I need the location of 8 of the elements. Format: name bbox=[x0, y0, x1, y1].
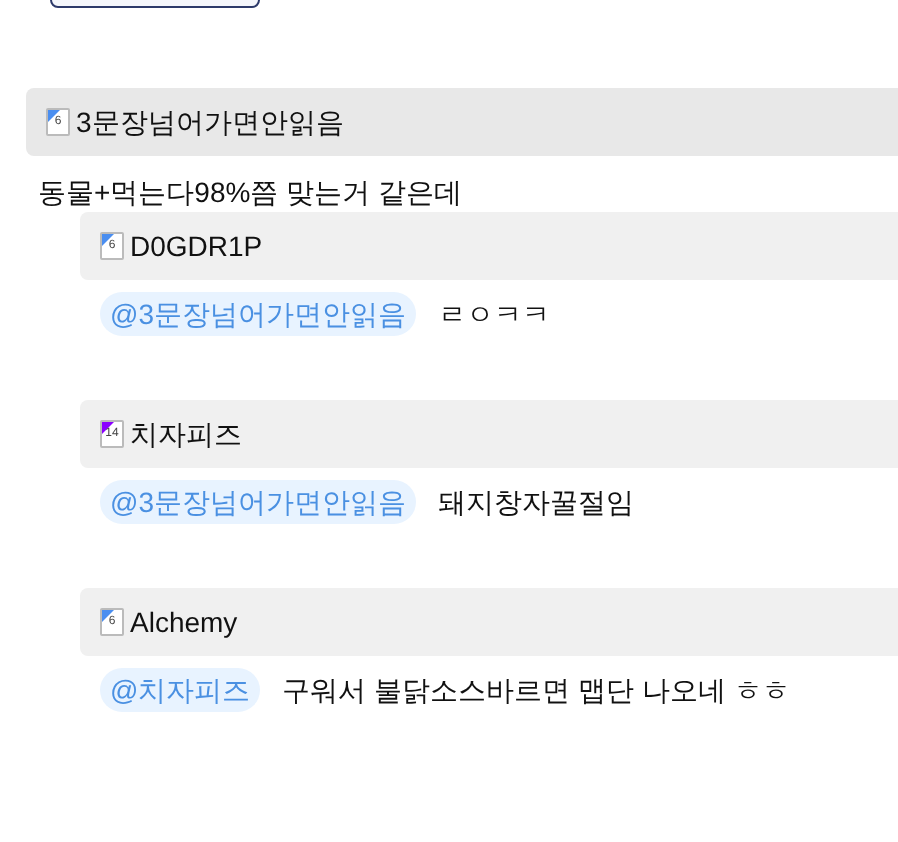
reply-text: 구워서 불닭소스바르면 맵단 나오네 ㅎㅎ bbox=[282, 672, 790, 708]
reply-text: 돼지창자꿀절임 bbox=[438, 484, 634, 520]
comment-text: 동물+먹는다98%쯤 맞는거 같은데 bbox=[38, 174, 464, 212]
reply-text: ㄹㅇㅋㅋ bbox=[438, 296, 550, 332]
author-name[interactable]: 치자피즈 bbox=[130, 416, 242, 452]
author-name[interactable]: D0GDR1P bbox=[130, 228, 263, 264]
author-name[interactable]: Alchemy bbox=[130, 604, 238, 640]
author-name[interactable]: 3문장넘어가면안읽음 bbox=[76, 104, 344, 140]
